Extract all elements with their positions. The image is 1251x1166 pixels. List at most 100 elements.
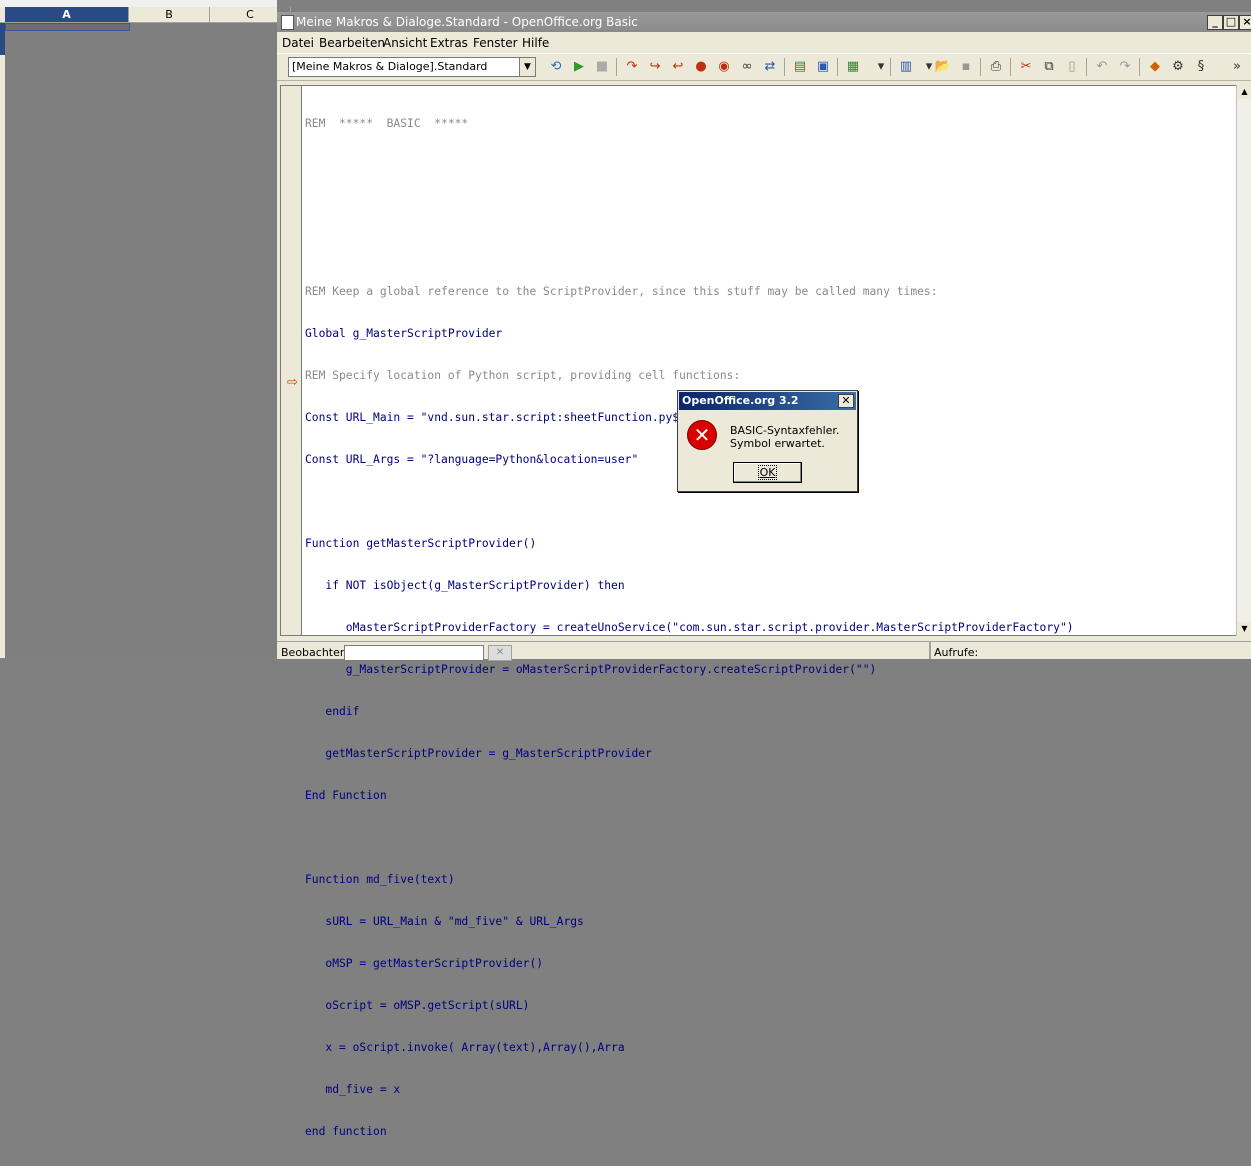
watch-input[interactable]	[344, 645, 484, 661]
column-header-b[interactable]: B	[129, 7, 210, 22]
watch-label: Beobachter:	[281, 646, 348, 659]
selected-cell[interactable]	[5, 23, 130, 31]
window-title: Meine Makros & Dialoge.Standard - OpenOf…	[296, 15, 638, 29]
row-header-strip	[0, 23, 5, 658]
watch-icon[interactable]: ∞	[738, 58, 756, 76]
code-line: endif	[305, 705, 360, 718]
code-line: md_five = x	[305, 1083, 401, 1096]
toolbar-separator	[980, 58, 981, 76]
menu-ansicht[interactable]: Ansicht	[383, 33, 427, 53]
toolbar-separator	[1010, 58, 1011, 76]
library-select-value: [Meine Makros & Dialoge].Standard	[292, 60, 488, 73]
manage-breakpoints-icon[interactable]: ◉	[715, 58, 733, 76]
minimize-button[interactable]: _	[1207, 15, 1223, 30]
ok-button[interactable]: OK	[733, 462, 802, 483]
code-line: REM Specify location of Python script, p…	[305, 369, 741, 382]
dialog-title: OpenOffice.org 3.2	[682, 394, 799, 407]
menu-fenster[interactable]: Fenster	[473, 33, 518, 53]
scroll-down-icon[interactable]: ▼	[1237, 622, 1251, 636]
panel-divider[interactable]	[929, 642, 931, 659]
paste-icon[interactable]: ▯	[1063, 58, 1081, 76]
toolbar-overflow-icon[interactable]: »	[1228, 58, 1246, 76]
select-module-icon[interactable]: ▥	[897, 58, 915, 76]
watch-calls-bar: Beobachter: ✕ Aufrufe:	[277, 641, 1251, 661]
step-over-icon[interactable]: ↪	[646, 58, 664, 76]
close-button[interactable]: ×	[1239, 15, 1251, 30]
window-titlebar[interactable]: Meine Makros & Dialoge.Standard - OpenOf…	[277, 12, 1251, 32]
code-line: REM Keep a global reference to the Scrip…	[305, 285, 938, 298]
code-line: oScript = oMSP.getScript(sURL)	[305, 999, 530, 1012]
code-editor[interactable]: ⇨ REM ***** BASIC ***** REM Keep a globa…	[280, 85, 1238, 1138]
menubar: Datei Bearbeiten Ansicht Extras Fenster …	[277, 33, 1251, 53]
insert-source-icon[interactable]: ▤	[791, 58, 809, 76]
toolbar-separator	[616, 58, 617, 76]
calls-label: Aufrufe:	[934, 646, 979, 659]
code-line: REM ***** BASIC *****	[305, 117, 469, 130]
menu-hilfe[interactable]: Hilfe	[522, 33, 549, 53]
code-line: Function getMasterScriptProvider()	[305, 537, 537, 550]
step-out-icon[interactable]: ↩	[669, 58, 687, 76]
spreadsheet-background: A B C	[0, 0, 291, 658]
menu-extras[interactable]: Extras	[430, 33, 468, 53]
dialog-message-line2: Symbol erwartet.	[730, 437, 825, 450]
toolbar-separator	[890, 58, 891, 76]
dialog-message-line1: BASIC-Syntaxfehler.	[730, 424, 840, 437]
code-line: if NOT isObject(g_MasterScriptProvider) …	[305, 579, 625, 592]
breakpoint-icon[interactable]: ●	[692, 58, 710, 76]
dialog-titlebar[interactable]: OpenOffice.org 3.2 ✕	[679, 392, 856, 410]
compile-icon[interactable]: ⟲	[547, 58, 565, 76]
toolbar-separator	[1139, 58, 1140, 76]
chevron-down-icon[interactable]: ▾	[872, 58, 890, 76]
editor-gutter[interactable]: ⇨	[281, 86, 302, 635]
column-header-bar: A B C	[0, 7, 291, 23]
menu-datei[interactable]: Datei	[282, 33, 314, 53]
toolbar-separator	[1086, 58, 1087, 76]
code-line: getMasterScriptProvider = g_MasterScript…	[305, 747, 652, 760]
menu-bearbeiten[interactable]: Bearbeiten	[319, 33, 385, 53]
insert-controls-icon[interactable]: ▦	[844, 58, 862, 76]
modules-icon[interactable]: §	[1192, 58, 1210, 76]
code-line: oMSP = getMasterScriptProvider()	[305, 957, 544, 970]
object-catalog-icon[interactable]: ◆	[1146, 58, 1164, 76]
code-line: g_MasterScriptProvider = oMasterScriptPr…	[305, 663, 877, 676]
code-text[interactable]: REM ***** BASIC ***** REM Keep a global …	[305, 90, 1074, 1166]
document-icon	[281, 15, 294, 30]
toolbar: [Meine Makros & Dialoge].Standard ▼ ⟲ ▶ …	[277, 53, 1251, 81]
undo-icon[interactable]: ↶	[1093, 58, 1111, 76]
current-line-arrow-icon: ⇨	[287, 375, 298, 390]
code-line: End Function	[305, 789, 387, 802]
macros-icon[interactable]: ⚙	[1169, 58, 1187, 76]
run-icon[interactable]: ▶	[570, 58, 588, 76]
error-dialog: OpenOffice.org 3.2 ✕ ✕ BASIC-Syntaxfehle…	[677, 390, 858, 492]
cut-icon[interactable]: ✂	[1017, 58, 1035, 76]
library-select[interactable]: [Meine Makros & Dialoge].Standard ▼	[288, 57, 536, 77]
remove-watch-button[interactable]: ✕	[488, 645, 512, 661]
ok-button-label: OK	[757, 465, 778, 480]
column-header-a[interactable]: A	[5, 7, 129, 22]
dialog-close-button[interactable]: ✕	[838, 394, 854, 408]
open-folder-icon[interactable]: 📂	[934, 58, 952, 76]
print-icon[interactable]: ⎙	[987, 58, 1005, 76]
code-line: sURL = URL_Main & "md_five" & URL_Args	[305, 915, 584, 928]
find-parentheses-icon[interactable]: ⇄	[761, 58, 779, 76]
editor-vertical-scrollbar[interactable]: ▲ ▼	[1236, 85, 1251, 636]
scroll-up-icon[interactable]: ▲	[1237, 85, 1251, 99]
copy-icon[interactable]: ⧉	[1040, 58, 1058, 76]
save-source-icon[interactable]: ▣	[814, 58, 832, 76]
chevron-down-icon[interactable]: ▼	[519, 58, 535, 76]
stop-icon[interactable]: ■	[593, 58, 611, 76]
code-line: Global g_MasterScriptProvider	[305, 327, 503, 340]
toolbar-separator	[784, 58, 785, 76]
code-line: end function	[305, 1125, 387, 1138]
save-icon[interactable]: ▪	[957, 58, 975, 76]
basic-ide-window: Meine Makros & Dialoge.Standard - OpenOf…	[277, 12, 1251, 1138]
maximize-button[interactable]: □	[1223, 15, 1239, 30]
redo-icon[interactable]: ↷	[1116, 58, 1134, 76]
code-line: oMasterScriptProviderFactory = createUno…	[305, 621, 1074, 634]
step-into-icon[interactable]: ↷	[623, 58, 641, 76]
